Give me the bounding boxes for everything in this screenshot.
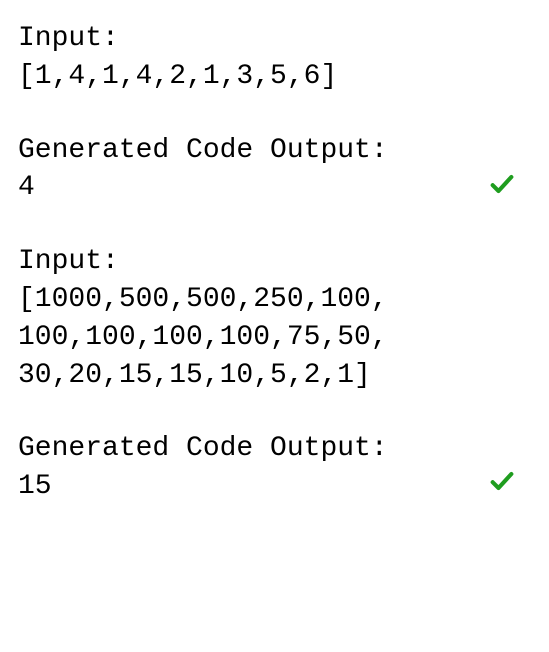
input-array-line-3: 30,20,15,15,10,5,2,1] xyxy=(18,357,531,395)
input-array-line-2: 100,100,100,100,75,50, xyxy=(18,319,531,357)
output-label: Generated Code Output: xyxy=(18,132,531,170)
input-label: Input: xyxy=(18,20,531,58)
input-array: [1,4,1,4,2,1,3,5,6] xyxy=(18,58,531,96)
check-icon xyxy=(487,467,517,495)
output-section: Generated Code Output: 4 xyxy=(18,132,531,208)
check-icon xyxy=(487,170,517,198)
example-1: Input: [1,4,1,4,2,1,3,5,6] Generated Cod… xyxy=(18,20,531,207)
input-label: Input: xyxy=(18,243,531,281)
input-array-line-1: [1000,500,500,250,100, xyxy=(18,281,531,319)
example-2: Input: [1000,500,500,250,100, 100,100,10… xyxy=(18,243,531,506)
output-value: 15 xyxy=(18,468,531,506)
output-value: 4 xyxy=(18,169,531,207)
output-section: Generated Code Output: 15 xyxy=(18,430,531,506)
output-label: Generated Code Output: xyxy=(18,430,531,468)
